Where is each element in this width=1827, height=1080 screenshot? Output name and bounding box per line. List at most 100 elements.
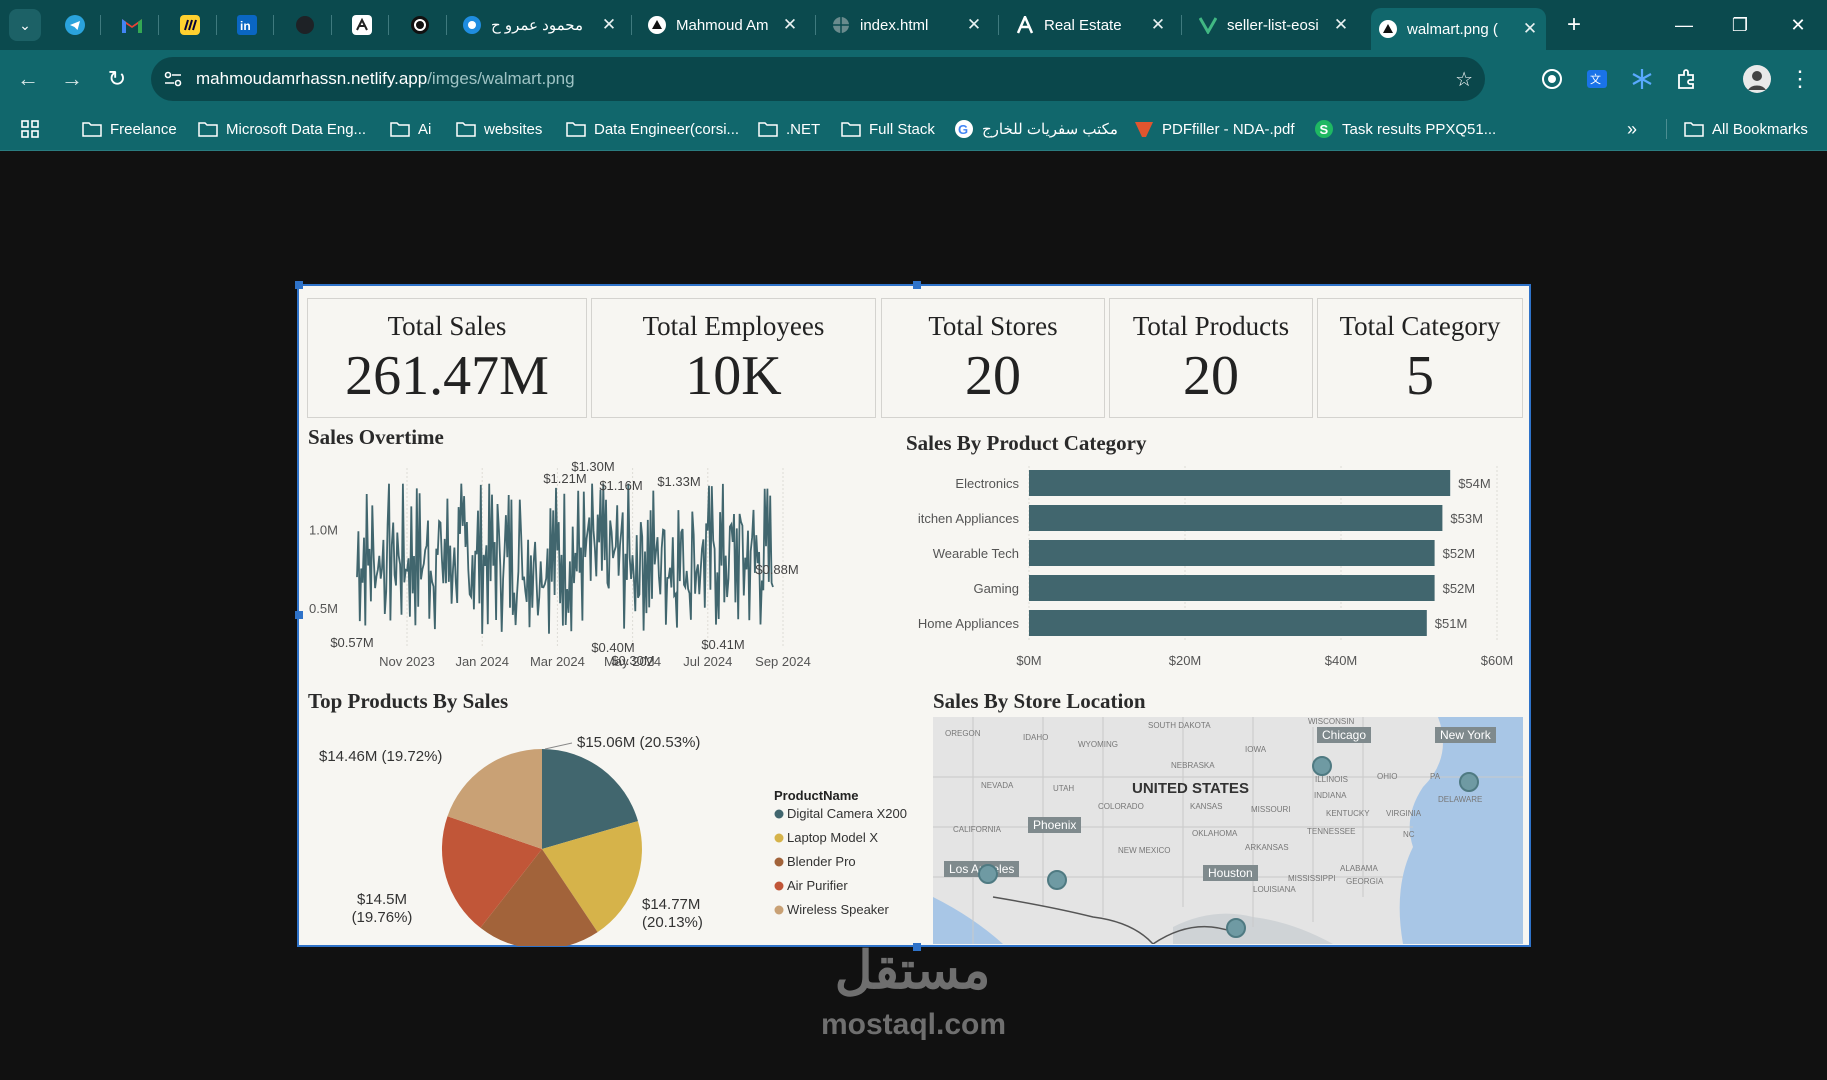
tab-separator: [631, 15, 632, 35]
new-tab-button[interactable]: +: [1559, 10, 1589, 40]
pinned-tab-gmail[interactable]: [118, 11, 146, 39]
store-location-map[interactable]: OREGON IDAHO WYOMING SOUTH DAKOTA NEBRASKA IO…: [933, 717, 1523, 944]
kpi-value: 10K: [685, 345, 782, 407]
tab-label: seller-list-eosi: [1227, 16, 1319, 34]
all-bookmarks-folder[interactable]: All Bookmarks: [1684, 118, 1808, 140]
resize-handle[interactable]: [913, 281, 921, 289]
kpi-title: Total Category: [1339, 311, 1501, 341]
globe-icon: [832, 16, 850, 34]
map-state-label: UTAH: [1053, 784, 1075, 793]
pinned-tab-chatgpt[interactable]: [406, 11, 434, 39]
tab-label: محمود عمرو ح: [491, 17, 583, 34]
more-menu-icon[interactable]: ⋮: [1787, 66, 1813, 92]
close-icon[interactable]: ✕: [964, 15, 984, 35]
kpi-value: 20: [965, 345, 1021, 407]
forward-button[interactable]: →: [56, 63, 88, 95]
close-window-button[interactable]: ✕: [1778, 8, 1818, 42]
kpi-title: Total Employees: [642, 311, 825, 341]
telegram-icon: [65, 15, 85, 35]
legend-label: Wireless Speaker: [787, 902, 890, 917]
map-state-label: NEBRASKA: [1171, 761, 1215, 770]
close-icon[interactable]: ✕: [780, 15, 800, 35]
tab-active[interactable]: walmart.png ( ✕: [1371, 8, 1546, 50]
data-label: $1.33M: [657, 474, 700, 489]
bookmark-folder[interactable]: Data Engineer(corsi...: [566, 118, 739, 140]
close-icon[interactable]: ✕: [599, 15, 619, 35]
bookmark-folder[interactable]: .NET: [758, 118, 820, 140]
vue-icon: [1199, 16, 1217, 34]
bookmarks-overflow-button[interactable]: »: [1627, 118, 1637, 140]
kpi-total-category: Total Category 5: [1317, 298, 1523, 418]
close-icon[interactable]: ✕: [1520, 19, 1540, 39]
apps-grid-icon[interactable]: [20, 118, 40, 140]
bookmark-folder[interactable]: websites: [456, 118, 542, 140]
url-path: /imges/walmart.png: [427, 69, 575, 88]
city-marker[interactable]: [1226, 918, 1246, 938]
dashboard-image[interactable]: Total Sales 261.47M Total Employees 10K …: [295, 281, 1531, 951]
kpi-title: Total Products: [1132, 311, 1290, 341]
pinned-tab-miro[interactable]: [176, 11, 204, 39]
city-label: Houston: [1203, 865, 1258, 881]
map-state-label: COLORADO: [1098, 802, 1144, 811]
chatgpt-icon: [411, 16, 429, 34]
x-tick-label: $0M: [1016, 653, 1041, 668]
bar-value-label: $52M: [1443, 581, 1476, 596]
bookmark-link[interactable]: PDFfiller - NDA-.pdf: [1134, 118, 1295, 140]
bookmark-folder[interactable]: Ai: [390, 118, 431, 140]
extension-record-icon[interactable]: [1539, 66, 1565, 92]
city-marker[interactable]: [1459, 772, 1479, 792]
site-info-icon[interactable]: [161, 67, 185, 91]
address-bar[interactable]: mahmoudamrhassn.netlify.app/imges/walmar…: [151, 57, 1485, 101]
bookmark-folder[interactable]: Freelance: [82, 118, 177, 140]
tab-1[interactable]: محمود عمرو ح ✕: [455, 8, 625, 42]
city-marker[interactable]: [978, 864, 998, 884]
city-marker[interactable]: [1312, 756, 1332, 776]
map-state-label: GEORGIA: [1346, 877, 1384, 886]
close-icon[interactable]: ✕: [1148, 15, 1168, 35]
tab-search-button[interactable]: ⌄: [9, 9, 41, 41]
x-tick-label: $40M: [1325, 653, 1358, 668]
url-text[interactable]: mahmoudamrhassn.netlify.app/imges/walmar…: [196, 69, 575, 89]
resize-handle[interactable]: [295, 281, 303, 289]
pinned-tab-github[interactable]: [291, 11, 319, 39]
map-state-label: INDIANA: [1314, 791, 1347, 800]
bookmark-label: مكتب سفريات للخارج: [982, 121, 1118, 138]
map-state-label: OKLAHOMA: [1192, 829, 1238, 838]
data-label: $0.57M: [330, 635, 373, 650]
translate-icon[interactable]: 文: [1584, 66, 1610, 92]
bookmark-label: Microsoft Data Eng...: [226, 120, 367, 138]
tab-3[interactable]: index.html ✕: [824, 8, 990, 42]
bookmark-folder[interactable]: Microsoft Data Eng...: [198, 118, 366, 140]
page-viewport: Total Sales 261.47M Total Employees 10K …: [0, 151, 1827, 1080]
close-icon[interactable]: ✕: [1331, 15, 1351, 35]
tab-4[interactable]: Real Estate ✕: [1008, 8, 1174, 42]
s-logo-icon: S: [1314, 119, 1334, 139]
profile-avatar[interactable]: [1741, 63, 1773, 95]
kpi-total-products: Total Products 20: [1109, 298, 1313, 418]
tab-2[interactable]: Mahmoud Am ✕: [640, 8, 806, 42]
minimize-button[interactable]: —: [1664, 8, 1704, 42]
city-marker[interactable]: [1047, 870, 1067, 890]
extensions-puzzle-icon[interactable]: [1674, 66, 1700, 92]
legend-swatch: [774, 905, 784, 915]
bookmark-link[interactable]: S Task results PPXQ51...: [1314, 118, 1496, 140]
legend-label: Blender Pro: [787, 854, 856, 869]
pie-label: (20.13%): [642, 914, 703, 931]
bookmark-link[interactable]: G مكتب سفريات للخارج: [954, 118, 1118, 140]
folder-icon: [456, 121, 476, 137]
category-bar: [1029, 470, 1451, 496]
back-button[interactable]: ←: [12, 63, 44, 95]
url-host: mahmoudamrhassn.netlify.app: [196, 69, 428, 88]
bookmark-star-icon[interactable]: ☆: [1455, 67, 1473, 92]
gmail-icon: [122, 19, 142, 33]
reload-button[interactable]: ↻: [101, 63, 133, 95]
pinned-tab-tool[interactable]: [348, 11, 376, 39]
pinned-tab-telegram[interactable]: [61, 11, 89, 39]
tab-separator: [1181, 15, 1182, 35]
pinned-tab-linkedin[interactable]: in: [233, 11, 261, 39]
arrow-right-icon: →: [61, 66, 83, 91]
restore-button[interactable]: ❐: [1720, 8, 1760, 42]
bookmark-folder[interactable]: Full Stack: [841, 118, 935, 140]
snowflake-extension-icon[interactable]: [1629, 66, 1655, 92]
tab-5[interactable]: seller-list-eosi ✕: [1191, 8, 1357, 42]
